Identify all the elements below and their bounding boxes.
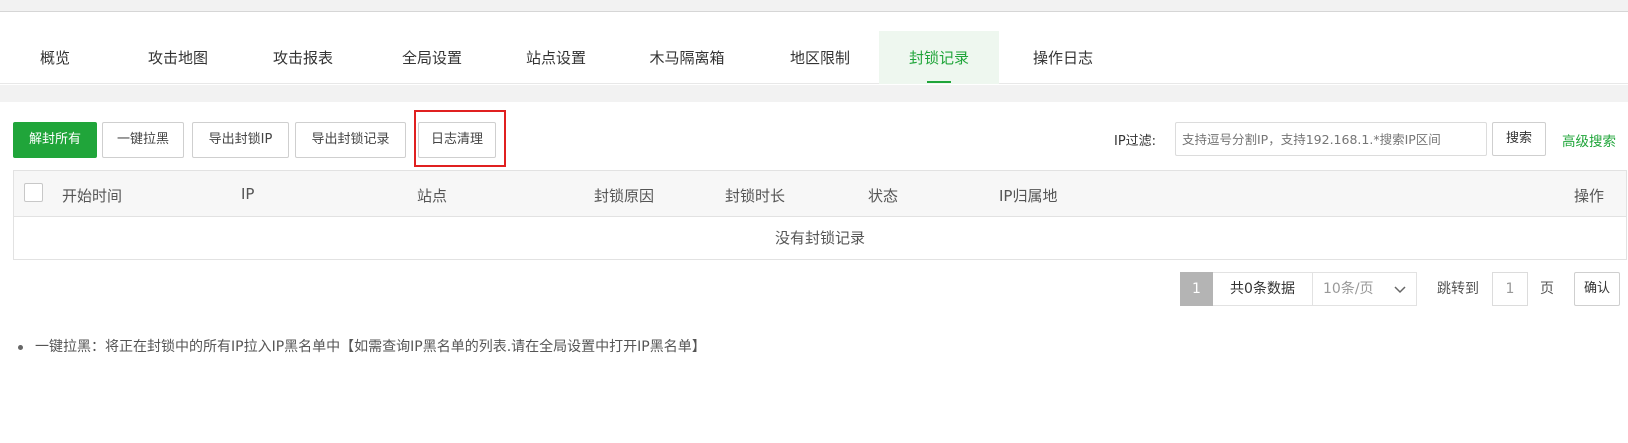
blacklist-all-button[interactable]: 一键拉黑 (102, 122, 184, 158)
tab-block-records-label: 封锁记录 (908, 49, 969, 67)
column-site[interactable]: 站点 (417, 185, 447, 206)
column-actions: 操作 (1574, 187, 1605, 205)
column-block-duration[interactable]: 封锁时长 (725, 185, 785, 206)
ip-filter-label: IP过滤: (1114, 134, 1157, 149)
total-count: 共0条数据 (1213, 272, 1313, 306)
block-records-table: 开始时间 IP 站点 封锁原因 封锁时长 状态 IP归属地 操作 没有封锁记录 (13, 170, 1627, 260)
help-note-text: 一键拉黑：将正在封锁中的所有IP拉入IP黑名单中【如需查询IP黑名单的列表.请在… (35, 339, 706, 355)
search-button[interactable]: 搜索 (1492, 122, 1546, 156)
tab-overview[interactable]: 概览 (0, 31, 110, 84)
export-blocked-ip-button[interactable]: 导出封锁IP (192, 122, 289, 158)
table-header: 开始时间 IP 站点 封锁原因 封锁时长 状态 IP归属地 操作 (14, 171, 1626, 217)
tab-region-restriction[interactable]: 地区限制 (760, 31, 880, 84)
chevron-down-icon (1394, 273, 1406, 319)
tab-operation-log[interactable]: 操作日志 (1003, 31, 1123, 84)
advanced-search-link[interactable]: 高级搜索 (1562, 130, 1616, 150)
help-note: 一键拉黑：将正在封锁中的所有IP拉入IP黑名单中【如需查询IP黑名单的列表.请在… (18, 336, 706, 356)
column-block-reason[interactable]: 封锁原因 (594, 185, 654, 206)
page-size-select[interactable]: 10条/页 (1313, 272, 1417, 306)
select-all-checkbox[interactable] (24, 183, 43, 202)
active-tab-indicator (927, 81, 951, 83)
tab-bar: 概览 攻击地图 攻击报表 全局设置 站点设置 木马隔离箱 地区限制 封锁记录 操… (0, 31, 1628, 84)
bullet-icon (18, 344, 23, 350)
empty-table-message: 没有封锁记录 (774, 229, 865, 247)
jump-to-label: 跳转到 (1437, 281, 1479, 297)
jump-page-input[interactable]: 1 (1492, 272, 1528, 306)
ip-filter-input[interactable] (1175, 122, 1487, 156)
column-status[interactable]: 状态 (868, 185, 898, 206)
column-ip[interactable]: IP (241, 185, 254, 203)
section-divider (0, 85, 1628, 102)
page-suffix-label: 页 (1540, 281, 1554, 297)
tab-block-records[interactable]: 封锁记录 (879, 31, 999, 84)
top-strip (0, 0, 1628, 12)
export-block-records-button[interactable]: 导出封锁记录 (295, 122, 406, 158)
tab-global-settings[interactable]: 全局设置 (370, 31, 494, 84)
page-number-current[interactable]: 1 (1180, 272, 1213, 306)
unblock-all-button[interactable]: 解封所有 (13, 122, 97, 158)
confirm-jump-button[interactable]: 确认 (1574, 272, 1620, 306)
highlight-box (414, 110, 506, 167)
tab-trojan-quarantine[interactable]: 木马隔离箱 (622, 31, 752, 84)
page-size-value: 10条/页 (1323, 281, 1374, 297)
column-start-time[interactable]: 开始时间 (62, 185, 122, 206)
tab-site-settings[interactable]: 站点设置 (494, 31, 618, 84)
column-ip-location[interactable]: IP归属地 (999, 185, 1057, 206)
tab-attack-report[interactable]: 攻击报表 (243, 31, 363, 84)
tab-attack-map[interactable]: 攻击地图 (118, 31, 238, 84)
